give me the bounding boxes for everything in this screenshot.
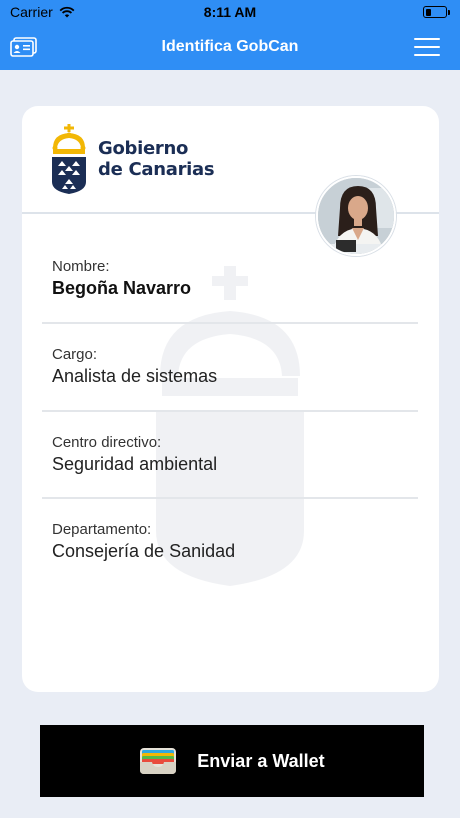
field-label: Cargo: bbox=[52, 346, 98, 363]
field-value: Consejería de Sanidad bbox=[52, 541, 236, 561]
field-value: Analista de sistemas bbox=[52, 366, 218, 386]
field-divider bbox=[42, 410, 418, 412]
status-left: Carrier bbox=[10, 4, 75, 20]
coat-of-arms-icon bbox=[52, 124, 86, 194]
battery-icon bbox=[423, 6, 450, 18]
avatar bbox=[316, 176, 396, 256]
logo-text: Gobierno de Canarias bbox=[98, 138, 215, 180]
nav-bar: Identifica GobCan bbox=[0, 24, 460, 70]
field-centro-directivo: Centro directivo: Seguridad ambiental bbox=[52, 434, 392, 475]
field-label: Centro directivo: bbox=[52, 434, 162, 451]
send-to-wallet-button[interactable]: Enviar a Wallet bbox=[40, 725, 424, 797]
field-value: Begoña Navarro bbox=[52, 278, 192, 298]
field-divider bbox=[42, 322, 418, 324]
wifi-icon bbox=[59, 6, 75, 18]
logo-line-2: de Canarias bbox=[98, 159, 215, 180]
field-departamento: Departamento: Consejería de Sanidad bbox=[52, 521, 392, 562]
field-label: Departamento: bbox=[52, 521, 152, 538]
logo-line-1: Gobierno bbox=[98, 138, 189, 159]
field-value: Seguridad ambiental bbox=[52, 454, 218, 474]
user-photo-icon bbox=[318, 178, 394, 254]
field-label: Nombre: bbox=[52, 258, 110, 275]
id-card-icon[interactable] bbox=[10, 36, 38, 58]
carrier-label: Carrier bbox=[10, 4, 53, 20]
status-bar: Carrier 8:11 AM bbox=[0, 0, 460, 24]
field-nombre: Nombre: Begoña Navarro bbox=[52, 258, 392, 299]
wallet-icon bbox=[140, 748, 177, 774]
hamburger-menu-icon[interactable] bbox=[414, 38, 440, 56]
field-divider bbox=[42, 497, 418, 499]
gobierno-canarias-logo: Gobierno de Canarias bbox=[50, 124, 215, 194]
wallet-button-label: Enviar a Wallet bbox=[197, 750, 325, 771]
nav-title: Identifica GobCan bbox=[161, 38, 299, 55]
id-card: Gobierno de Canarias Nombre: Begoña Nava… bbox=[22, 106, 439, 692]
field-cargo: Cargo: Analista de sistemas bbox=[52, 346, 392, 387]
